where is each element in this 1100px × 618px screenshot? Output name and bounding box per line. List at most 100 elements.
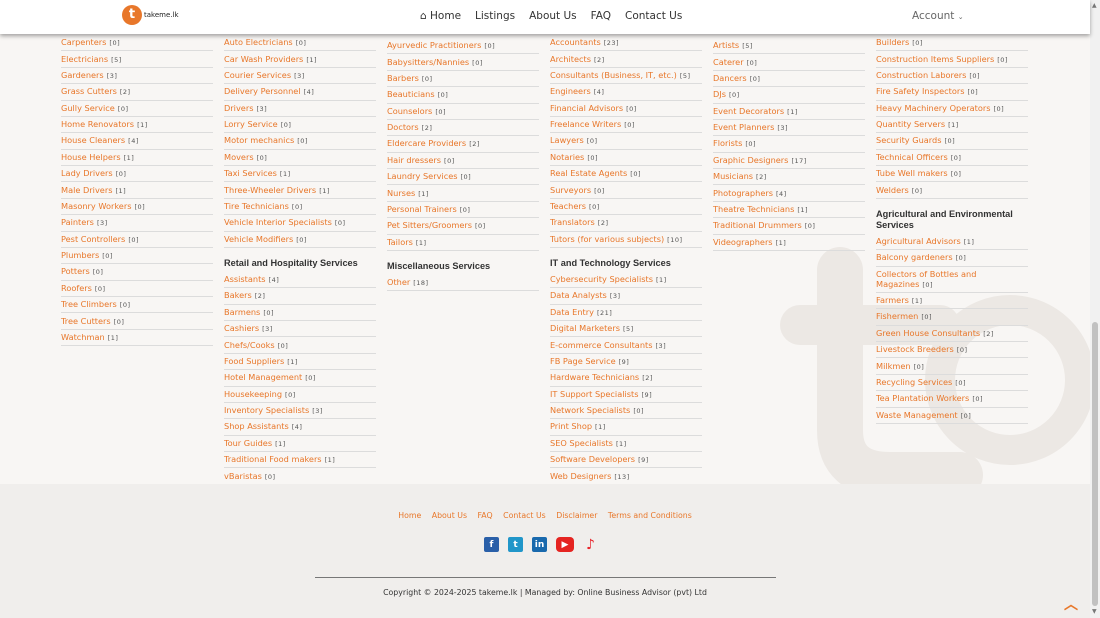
category-link[interactable]: Barmens [0] <box>224 305 376 321</box>
category-link[interactable]: Agricultural Advisors [1] <box>876 234 1028 251</box>
category-link[interactable]: Lady Drivers [0] <box>61 166 213 183</box>
category-link[interactable]: Balcony gardeners [0] <box>876 250 1028 267</box>
category-link[interactable]: Dancers [0] <box>713 71 865 88</box>
category-link[interactable]: Tailors [1] <box>387 235 539 251</box>
category-link[interactable]: Accountants [23] <box>550 35 702 52</box>
category-link[interactable]: Consultants (Business, IT, etc.) [5] <box>550 68 702 85</box>
category-link[interactable]: Courier Services [3] <box>224 68 376 85</box>
category-link[interactable]: Collectors of Bottles and Magazines [0] <box>876 267 1028 293</box>
category-link[interactable]: Web Designers [13] <box>550 468 702 485</box>
category-link[interactable]: Doctors [2] <box>387 120 539 137</box>
category-link[interactable]: Builders [0] <box>876 35 1028 52</box>
category-link[interactable]: Lorry Service [0] <box>224 117 376 134</box>
category-link[interactable]: Lawyers [0] <box>550 133 702 150</box>
youtube-icon[interactable]: ▶ <box>556 537 574 552</box>
category-link[interactable]: Traditional Drummers [0] <box>713 218 865 235</box>
category-link[interactable]: Roofers [0] <box>61 281 213 297</box>
footer-link-contact[interactable]: Contact Us <box>503 511 546 520</box>
category-link[interactable]: E-commerce Consultants [3] <box>550 337 702 354</box>
category-link[interactable]: Farmers [1] <box>876 293 1028 310</box>
nav-listings[interactable]: Listings <box>475 10 515 22</box>
site-logo[interactable]: t takeme.lk <box>122 5 179 25</box>
category-link[interactable]: Motor mechanics [0] <box>224 133 376 150</box>
category-link[interactable]: Nurses [1] <box>387 185 539 202</box>
category-link[interactable]: Real Estate Agents [0] <box>550 166 702 183</box>
category-link[interactable]: Musicians [2] <box>713 169 865 186</box>
category-link[interactable]: Grass Cutters [2] <box>61 84 213 101</box>
category-link[interactable]: Cybersecurity Specialists [1] <box>550 272 702 289</box>
category-link[interactable]: Construction Items Suppliers [0] <box>876 51 1028 68</box>
category-link[interactable]: Potters [0] <box>61 264 213 281</box>
category-link[interactable]: Data Entry [21] <box>550 305 702 321</box>
category-link[interactable]: FB Page Service [9] <box>550 354 702 371</box>
category-link[interactable]: Caterer [0] <box>713 54 865 71</box>
category-link[interactable]: Artists [5] <box>713 38 865 55</box>
category-link[interactable]: IT Support Specialists [9] <box>550 387 702 403</box>
category-link[interactable]: Teachers [0] <box>550 199 702 216</box>
category-link[interactable]: Personal Trainers [0] <box>387 202 539 219</box>
category-link[interactable]: Delivery Personnel [4] <box>224 84 376 101</box>
nav-home[interactable]: ⌂ Home <box>420 10 461 22</box>
category-link[interactable]: Digital Marketers [5] <box>550 321 702 338</box>
linkedin-icon[interactable]: in <box>532 537 547 552</box>
category-link[interactable]: Chefs/Cooks [0] <box>224 337 376 354</box>
category-link[interactable]: Male Drivers [1] <box>61 182 213 199</box>
category-link[interactable]: Gardeners [3] <box>61 68 213 85</box>
nav-contact[interactable]: Contact Us <box>625 10 682 22</box>
scroll-up-arrow-icon[interactable]: ▲ <box>1092 2 1097 9</box>
category-link[interactable]: Tree Climbers [0] <box>61 297 213 314</box>
category-link[interactable]: Carpenters [0] <box>61 35 213 52</box>
category-link[interactable]: Financial Advisors [0] <box>550 101 702 117</box>
category-link[interactable]: Taxi Services [1] <box>224 166 376 183</box>
category-link[interactable]: Movers [0] <box>224 150 376 166</box>
category-link[interactable]: Milkmen [0] <box>876 358 1028 375</box>
page-scrollbar[interactable]: ▲ ▼ <box>1090 0 1100 618</box>
category-link[interactable]: Other [18] <box>387 275 539 292</box>
category-link[interactable]: Engineers [4] <box>550 84 702 101</box>
category-link[interactable]: Quantity Servers [1] <box>876 117 1028 134</box>
category-link[interactable]: Freelance Writers [0] <box>550 117 702 134</box>
category-link[interactable]: Translators [2] <box>550 215 702 232</box>
category-link[interactable]: House Helpers [1] <box>61 150 213 166</box>
category-link[interactable]: Welders [0] <box>876 182 1028 199</box>
category-link[interactable]: Home Renovators [1] <box>61 117 213 134</box>
category-link[interactable]: Pet Sitters/Groomers [0] <box>387 218 539 235</box>
category-link[interactable]: Fishermen [0] <box>876 309 1028 326</box>
nav-about[interactable]: About Us <box>529 10 577 22</box>
category-link[interactable]: Housekeeping [0] <box>224 387 376 403</box>
category-link[interactable]: Tea Plantation Workers [0] <box>876 391 1028 408</box>
twitter-icon[interactable]: t <box>508 537 523 552</box>
category-link[interactable]: Hair dressers [0] <box>387 153 539 169</box>
category-link[interactable]: Cashiers [3] <box>224 321 376 338</box>
category-link[interactable]: Data Analysts [3] <box>550 288 702 305</box>
footer-link-faq[interactable]: FAQ <box>478 511 493 520</box>
category-link[interactable]: Plumbers [0] <box>61 248 213 265</box>
category-link[interactable]: Eldercare Providers [2] <box>387 136 539 153</box>
category-link[interactable]: Barbers [0] <box>387 71 539 88</box>
category-link[interactable]: Babysitters/Nannies [0] <box>387 54 539 71</box>
footer-link-home[interactable]: Home <box>398 511 421 520</box>
category-link[interactable]: DJs [0] <box>713 87 865 104</box>
category-link[interactable]: Notaries [0] <box>550 150 702 166</box>
facebook-icon[interactable]: f <box>484 537 499 552</box>
category-link[interactable]: Assistants [4] <box>224 272 376 289</box>
category-link[interactable]: Traditional Food makers [1] <box>224 452 376 469</box>
category-link[interactable]: Livestock Breeders [0] <box>876 342 1028 359</box>
nav-faq[interactable]: FAQ <box>591 10 611 22</box>
category-link[interactable]: Vehicle Interior Specialists [0] <box>224 215 376 232</box>
category-link[interactable]: SEO Specialists [1] <box>550 436 702 452</box>
category-link[interactable]: Ayurvedic Practitioners [0] <box>387 38 539 55</box>
category-link[interactable]: Florists [0] <box>713 136 865 153</box>
category-link[interactable]: Tutors (for various subjects) [10] <box>550 232 702 248</box>
footer-link-disclaimer[interactable]: Disclaimer <box>556 511 597 520</box>
footer-link-terms[interactable]: Terms and Conditions <box>608 511 692 520</box>
category-link[interactable]: Watchman [1] <box>61 330 213 347</box>
category-link[interactable]: Photographers [4] <box>713 185 865 202</box>
category-link[interactable]: Security Guards [0] <box>876 133 1028 150</box>
category-link[interactable]: Videographers [1] <box>713 235 865 251</box>
category-link[interactable]: Shop Assistants [4] <box>224 419 376 436</box>
scroll-down-arrow-icon[interactable]: ▼ <box>1092 608 1097 615</box>
category-link[interactable]: Counselors [0] <box>387 104 539 120</box>
category-link[interactable]: Auto Electricians [0] <box>224 35 376 52</box>
category-link[interactable]: Laundry Services [0] <box>387 169 539 186</box>
